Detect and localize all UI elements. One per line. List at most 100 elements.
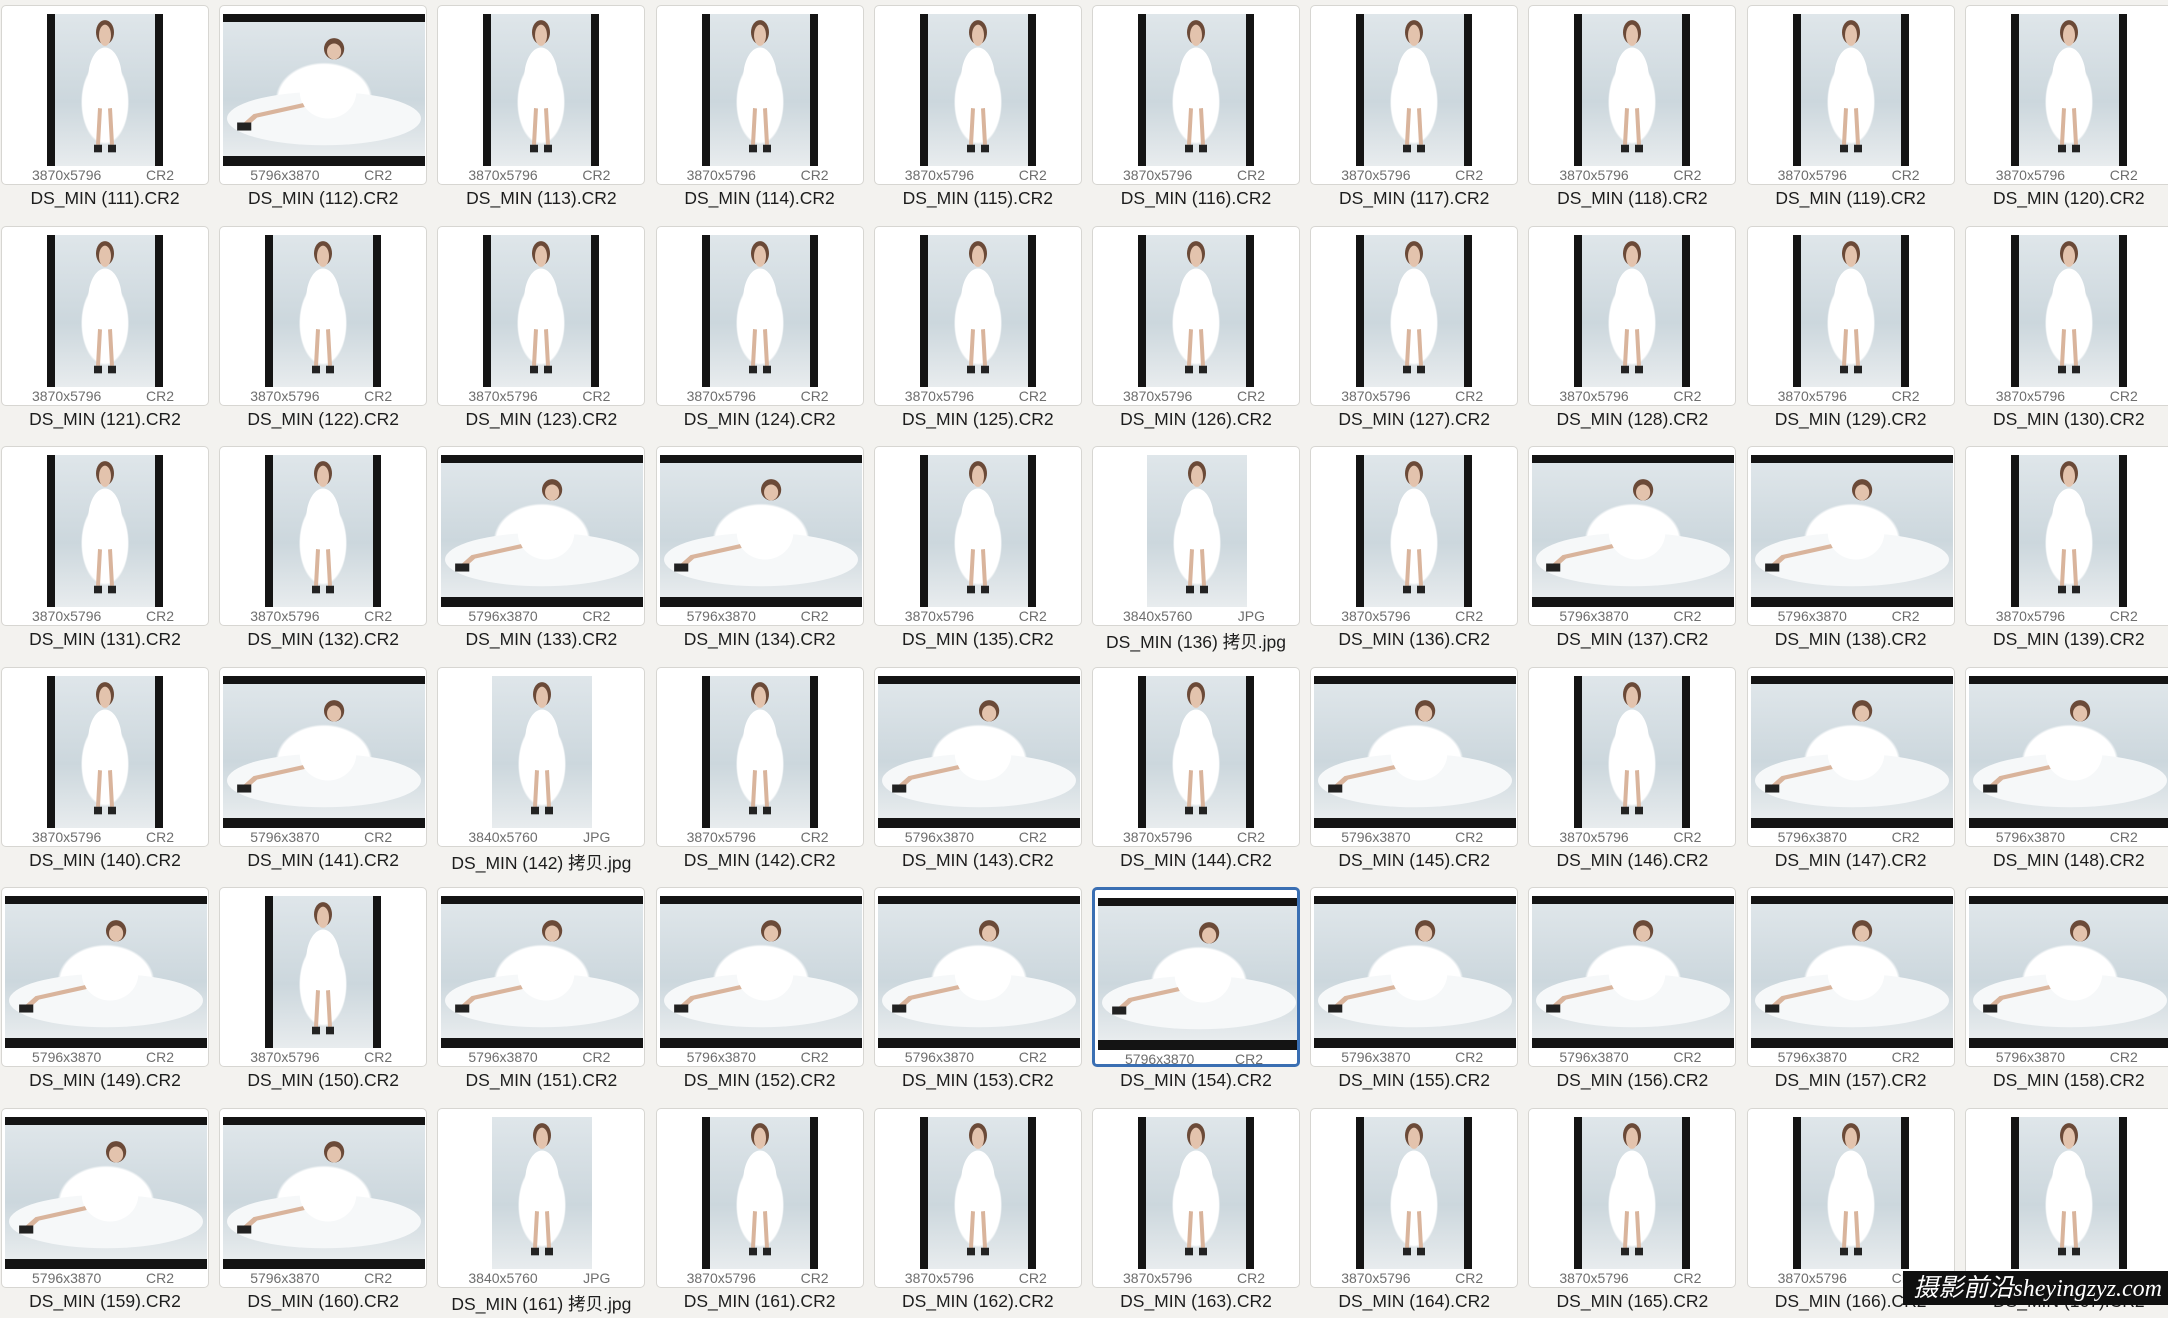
file-name[interactable]: DS_MIN (127).CR2 [1310,409,1518,430]
file-name[interactable]: DS_MIN (164).CR2 [1310,1291,1518,1312]
file-tile[interactable]: 5796x3870 CR2 [1,1107,209,1288]
file-tile[interactable]: 5796x3870 CR2 [1092,887,1300,1067]
file-name[interactable]: DS_MIN (115).CR2 [874,188,1082,209]
file-name[interactable]: DS_MIN (138).CR2 [1747,629,1955,650]
file-item[interactable]: 3870x5796 CR2 DS_MIN (136).CR2 [1310,442,1520,656]
file-name[interactable]: DS_MIN (136).CR2 [1310,629,1518,650]
file-name[interactable]: DS_MIN (112).CR2 [219,188,427,209]
file-tile[interactable]: 5796x3870 CR2 [1528,446,1737,626]
file-name[interactable]: DS_MIN (136) 拷贝.jpg [1092,629,1300,654]
file-tile[interactable]: 3870x5796CR2 [1964,446,2168,626]
file-tile[interactable]: 3870x5796CR2 [1092,666,1300,847]
file-tile[interactable]: 3870x5796CR2 [1746,225,1955,406]
file-name[interactable]: DS_MIN (159).CR2 [1,1291,209,1312]
file-item[interactable]: 3840x5760 JPG DS_MIN (136) 拷贝.jpg [1092,442,1302,656]
file-name[interactable]: DS_MIN (130).CR2 [1965,409,2168,430]
file-name[interactable]: DS_MIN (114).CR2 [656,188,864,209]
file-item[interactable]: 3870x5796 CR2 DS_MIN (114).CR2 [655,1,866,215]
file-tile[interactable]: 3870x5796CR2 [1746,5,1955,185]
file-name[interactable]: DS_MIN (163).CR2 [1092,1291,1300,1312]
file-name[interactable]: DS_MIN (135).CR2 [874,629,1082,650]
file-tile[interactable]: 5796x3870 CR2 [219,1107,428,1288]
file-item[interactable]: 5796x3870 CR2 DS_MIN (159).CR2 [1,1104,211,1318]
file-name[interactable]: DS_MIN (121).CR2 [1,409,209,430]
file-item[interactable]: 5796x3870 CR2 DS_MIN (152).CR2 [655,883,866,1097]
file-name[interactable]: DS_MIN (125).CR2 [874,409,1082,430]
file-item[interactable]: 5796x3870 CR2 DS_MIN (143).CR2 [873,663,1084,877]
file-item[interactable]: 5796x3870 CR2 DS_MIN (151).CR2 [437,883,647,1097]
file-name[interactable]: DS_MIN (134).CR2 [656,629,864,650]
file-item[interactable]: 3870x5796 CR2 DS_MIN (122).CR2 [219,222,429,436]
file-name[interactable]: DS_MIN (151).CR2 [437,1070,645,1091]
file-tile[interactable]: 5796x3870 CR2 [655,446,864,626]
file-item[interactable]: 5796x3870 CR2 DS_MIN (137).CR2 [1528,442,1738,656]
file-item[interactable]: 3840x5760 JPG DS_MIN (161) 拷贝.jpg [437,1104,647,1318]
file-name[interactable]: DS_MIN (129).CR2 [1747,409,1955,430]
file-item[interactable]: 3870x5796 CR2 DS_MIN (117).CR2 [1310,1,1520,215]
file-item[interactable]: 3870x5796 CR2 DS_MIN (128).CR2 [1528,222,1738,436]
file-item[interactable]: 3870x5796 CR2 DS_MIN (165).CR2 [1528,1104,1738,1318]
file-item[interactable]: 3870x5796 CR2 DS_MIN (164).CR2 [1310,1104,1520,1318]
file-item[interactable]: 5796x3870 CR2 DS_MIN (149).CR2 [1,883,211,1097]
file-item[interactable]: 3840x5760 JPG DS_MIN (142) 拷贝.jpg [437,663,647,877]
file-item[interactable]: 3870x5796 CR2 DS_MIN (139).CR2 [1964,442,2168,656]
file-tile[interactable]: 3870x5796CR2 [219,446,428,626]
file-tile[interactable]: 3870x5796CR2 [1,5,209,185]
file-item[interactable]: 3870x5796 CR2 DS_MIN (120).CR2 [1964,1,2168,215]
file-name[interactable]: DS_MIN (126).CR2 [1092,409,1300,430]
file-item[interactable]: 3870x5796 CR2 DS_MIN (116).CR2 [1092,1,1302,215]
file-item[interactable]: 3870x5796 CR2 DS_MIN (131).CR2 [1,442,211,656]
file-item[interactable]: 5796x3870 CR2 DS_MIN (141).CR2 [219,663,429,877]
file-item[interactable]: 3870x5796 CR2 DS_MIN (163).CR2 [1092,1104,1302,1318]
file-tile[interactable]: 3870x5796CR2 [437,225,646,406]
file-tile[interactable]: 3840x5760 JPG [437,1107,646,1288]
file-item[interactable]: 5796x3870 CR2 DS_MIN (134).CR2 [655,442,866,656]
file-item[interactable]: 5796x3870 CR2 DS_MIN (157).CR2 [1746,883,1957,1097]
file-tile[interactable]: 3870x5796CR2 [1746,1107,1955,1288]
file-tile[interactable]: 3870x5796CR2 [1528,1107,1737,1288]
file-tile[interactable]: 5796x3870 CR2 [219,5,428,185]
file-tile[interactable]: 3870x5796CR2 [1310,5,1519,185]
file-name[interactable]: DS_MIN (142) 拷贝.jpg [437,850,645,875]
file-name[interactable]: DS_MIN (161) 拷贝.jpg [437,1291,645,1316]
file-name[interactable]: DS_MIN (116).CR2 [1092,188,1300,209]
file-tile[interactable]: 5796x3870 CR2 [1746,446,1955,626]
file-item[interactable]: 3870x5796 CR2 DS_MIN (124).CR2 [655,222,866,436]
file-name[interactable]: DS_MIN (147).CR2 [1747,850,1955,871]
file-tile[interactable]: 3870x5796CR2 [1092,225,1300,406]
file-tile[interactable]: 3870x5796CR2 [1964,225,2168,406]
file-item[interactable]: 5796x3870 CR2 DS_MIN (112).CR2 [219,1,429,215]
file-name[interactable]: DS_MIN (144).CR2 [1092,850,1300,871]
file-name[interactable]: DS_MIN (145).CR2 [1310,850,1518,871]
file-name[interactable]: DS_MIN (160).CR2 [219,1291,427,1312]
file-item[interactable]: 3870x5796 CR2 DS_MIN (115).CR2 [873,1,1084,215]
file-item[interactable]: 3870x5796 CR2 DS_MIN (146).CR2 [1528,663,1738,877]
file-name[interactable]: DS_MIN (165).CR2 [1528,1291,1736,1312]
file-name[interactable]: DS_MIN (131).CR2 [1,629,209,650]
file-tile[interactable]: 3870x5796CR2 [1964,1107,2168,1288]
file-name[interactable]: DS_MIN (155).CR2 [1310,1070,1518,1091]
file-item[interactable]: 5796x3870 CR2 DS_MIN (133).CR2 [437,442,647,656]
file-name[interactable]: DS_MIN (137).CR2 [1528,629,1736,650]
file-tile[interactable]: 3870x5796CR2 [1,225,209,406]
file-item[interactable]: 3870x5796 CR2 DS_MIN (161).CR2 [655,1104,866,1318]
file-name[interactable]: DS_MIN (149).CR2 [1,1070,209,1091]
file-item[interactable]: 5796x3870 CR2 DS_MIN (155).CR2 [1310,883,1520,1097]
file-tile[interactable]: 5796x3870 CR2 [1310,887,1519,1067]
file-tile[interactable]: 3870x5796CR2 [655,666,864,847]
file-item[interactable]: 5796x3870 CR2 DS_MIN (158).CR2 [1964,883,2168,1097]
file-name[interactable]: DS_MIN (142).CR2 [656,850,864,871]
file-item[interactable]: 5796x3870 CR2 DS_MIN (147).CR2 [1746,663,1957,877]
file-item[interactable]: 5796x3870 CR2 DS_MIN (154).CR2 [1092,883,1302,1097]
file-tile[interactable]: 3870x5796CR2 [1528,225,1737,406]
file-name[interactable]: DS_MIN (117).CR2 [1310,188,1518,209]
file-name[interactable]: DS_MIN (122).CR2 [219,409,427,430]
file-tile[interactable]: 5796x3870 CR2 [1528,887,1737,1067]
file-name[interactable]: DS_MIN (119).CR2 [1747,188,1955,209]
file-tile[interactable]: 3870x5796CR2 [1310,225,1519,406]
file-item[interactable]: 3870x5796 CR2 DS_MIN (132).CR2 [219,442,429,656]
file-item[interactable]: 3870x5796 CR2 DS_MIN (135).CR2 [873,442,1084,656]
file-tile[interactable]: 5796x3870 CR2 [1964,666,2168,847]
file-tile[interactable]: 3870x5796CR2 [219,225,428,406]
file-tile[interactable]: 3870x5796CR2 [1528,666,1737,847]
